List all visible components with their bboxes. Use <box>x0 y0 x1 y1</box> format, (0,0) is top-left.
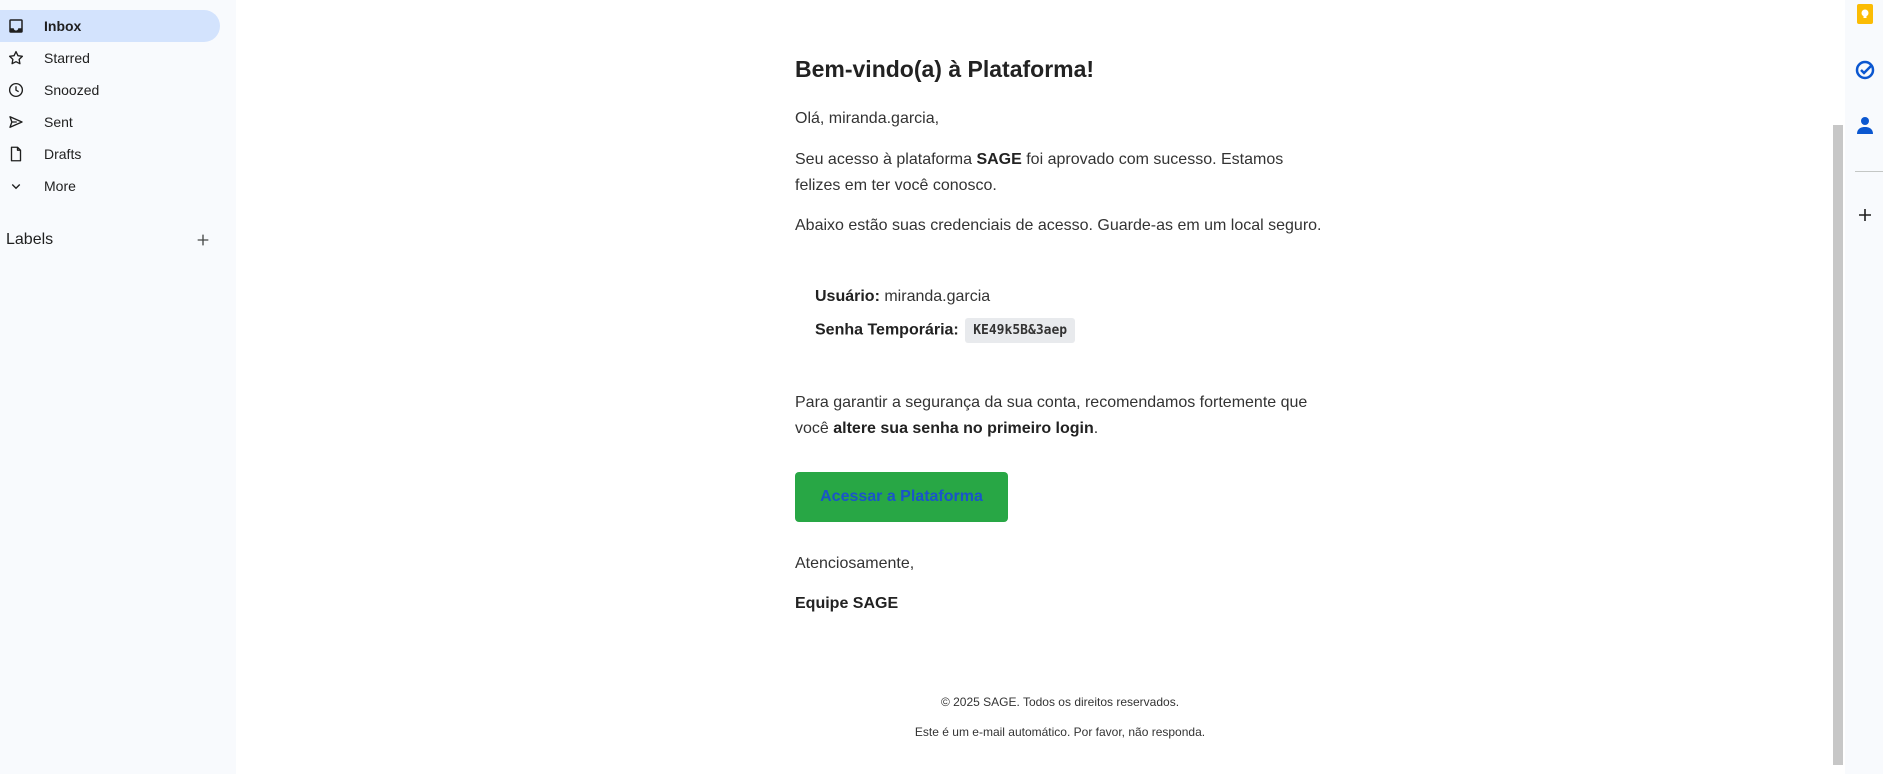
sidebar-item-more[interactable]: More <box>0 170 220 202</box>
sidebar-item-inbox[interactable]: Inbox <box>0 10 220 42</box>
email-signature: Equipe SAGE <box>795 595 899 612</box>
password-row: Senha Temporária: KE49k5B&3aep <box>815 318 1076 343</box>
labels-title: Labels <box>6 231 54 248</box>
sidebar-item-label: Snoozed <box>44 82 100 98</box>
temporary-password-code: KE49k5B&3aep <box>965 318 1076 343</box>
scrollbar-thumb[interactable] <box>1833 125 1843 765</box>
email-reading-pane <box>236 0 1845 774</box>
sidebar-item-label: Inbox <box>44 18 82 34</box>
intro-text-continued: foi aprovado com sucesso. Estamos <box>1021 151 1284 168</box>
sidebar-item-label: Drafts <box>44 146 82 162</box>
chevron-down-icon <box>0 177 32 195</box>
username-value: miranda.garcia <box>879 288 991 305</box>
labels-section-header: Labels <box>6 226 216 254</box>
security-emphasis: altere sua senha no primeiro login <box>833 420 1094 437</box>
username-label: Usuário: <box>815 288 880 305</box>
create-label-button[interactable] <box>190 227 216 253</box>
sidebar-item-sent[interactable]: Sent <box>0 106 220 138</box>
security-note-line2: você altere sua senha no primeiro login. <box>795 416 1098 442</box>
footer-copyright: © 2025 SAGE. Todos os direitos reservado… <box>940 695 1180 709</box>
email-signoff: Atenciosamente, <box>795 555 915 572</box>
email-greeting: Olá, miranda.garcia, <box>795 110 940 127</box>
brand-name: SAGE <box>976 151 1022 168</box>
send-icon <box>0 113 32 131</box>
email-heading: Bem-vindo(a) à Plataforma! <box>795 56 1095 82</box>
sidebar-item-snoozed[interactable]: Snoozed <box>0 74 220 106</box>
side-panel-divider <box>1855 171 1883 172</box>
draft-icon <box>0 145 32 163</box>
security-text: você <box>795 420 834 437</box>
security-note-line1: Para garantir a segurança da sua conta, … <box>795 394 1308 411</box>
sidebar-nav: Inbox Starred Snoozed Sent Drafts More L… <box>0 0 236 774</box>
credentials-note: Abaixo estão suas credenciais de acesso.… <box>795 217 1322 234</box>
intro-text: Seu acesso à plataforma <box>795 151 977 168</box>
add-addon-icon[interactable] <box>1855 205 1875 225</box>
email-intro-line2: felizes em ter você conosco. <box>795 177 997 194</box>
sidebar-item-starred[interactable]: Starred <box>0 42 220 74</box>
sidebar-item-label: Sent <box>44 114 73 130</box>
star-icon <box>0 49 32 67</box>
email-intro: Seu acesso à plataforma SAGE foi aprovad… <box>795 147 1283 173</box>
sidebar-item-label: Starred <box>44 50 90 66</box>
keep-icon[interactable] <box>1855 4 1875 24</box>
username-row: Usuário: miranda.garcia <box>815 288 990 306</box>
side-panel <box>1845 0 1883 774</box>
tasks-icon[interactable] <box>1855 60 1875 80</box>
password-label: Senha Temporária: <box>815 321 959 339</box>
footer-note: Este é um e-mail automático. Por favor, … <box>914 725 1206 739</box>
inbox-icon <box>0 17 32 35</box>
sidebar-item-label: More <box>44 178 76 194</box>
access-platform-button[interactable]: Acessar a Plataforma <box>795 472 1008 522</box>
security-period: . <box>1093 420 1099 437</box>
clock-icon <box>0 81 32 99</box>
sidebar-item-drafts[interactable]: Drafts <box>0 138 220 170</box>
contacts-icon[interactable] <box>1855 115 1875 135</box>
plus-icon <box>197 234 209 246</box>
